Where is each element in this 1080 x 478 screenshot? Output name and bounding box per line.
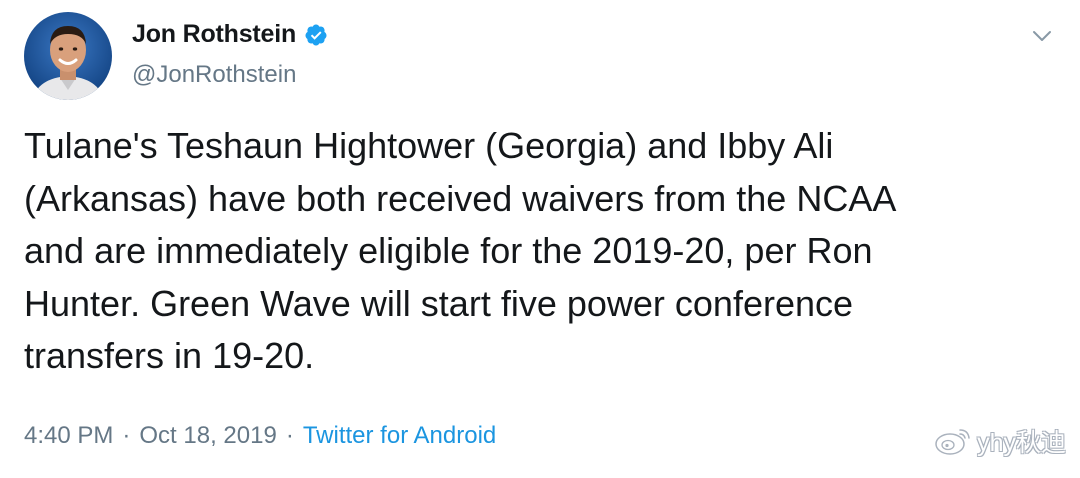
chevron-down-icon bbox=[1033, 31, 1051, 41]
watermark-text: yhy秋迪 bbox=[977, 429, 1066, 457]
verified-badge-icon bbox=[304, 23, 328, 47]
display-name[interactable]: Jon Rothstein bbox=[132, 20, 296, 49]
tweet-meta: 4:40 PM · Oct 18, 2019 · Twitter for And… bbox=[24, 422, 496, 450]
tweet-source-link[interactable]: Twitter for Android bbox=[303, 422, 496, 450]
tweet-menu-button[interactable] bbox=[1028, 22, 1056, 50]
avatar[interactable] bbox=[24, 12, 112, 100]
tweet-date[interactable]: Oct 18, 2019 bbox=[139, 422, 276, 450]
weibo-icon bbox=[935, 429, 970, 455]
tweet-time[interactable]: 4:40 PM bbox=[24, 422, 113, 450]
tweet-text: Tulane's Teshaun Hightower (Georgia) and… bbox=[24, 125, 897, 376]
author-handle[interactable]: @JonRothstein bbox=[132, 61, 328, 89]
watermark: yhy秋迪 bbox=[933, 423, 1066, 459]
meta-separator: · bbox=[122, 422, 131, 449]
author-name-row[interactable]: Jon Rothstein bbox=[132, 20, 328, 49]
profile-photo-icon bbox=[24, 12, 112, 100]
meta-separator: · bbox=[285, 422, 294, 449]
author-block: Jon Rothstein @JonRothstein bbox=[132, 20, 328, 89]
